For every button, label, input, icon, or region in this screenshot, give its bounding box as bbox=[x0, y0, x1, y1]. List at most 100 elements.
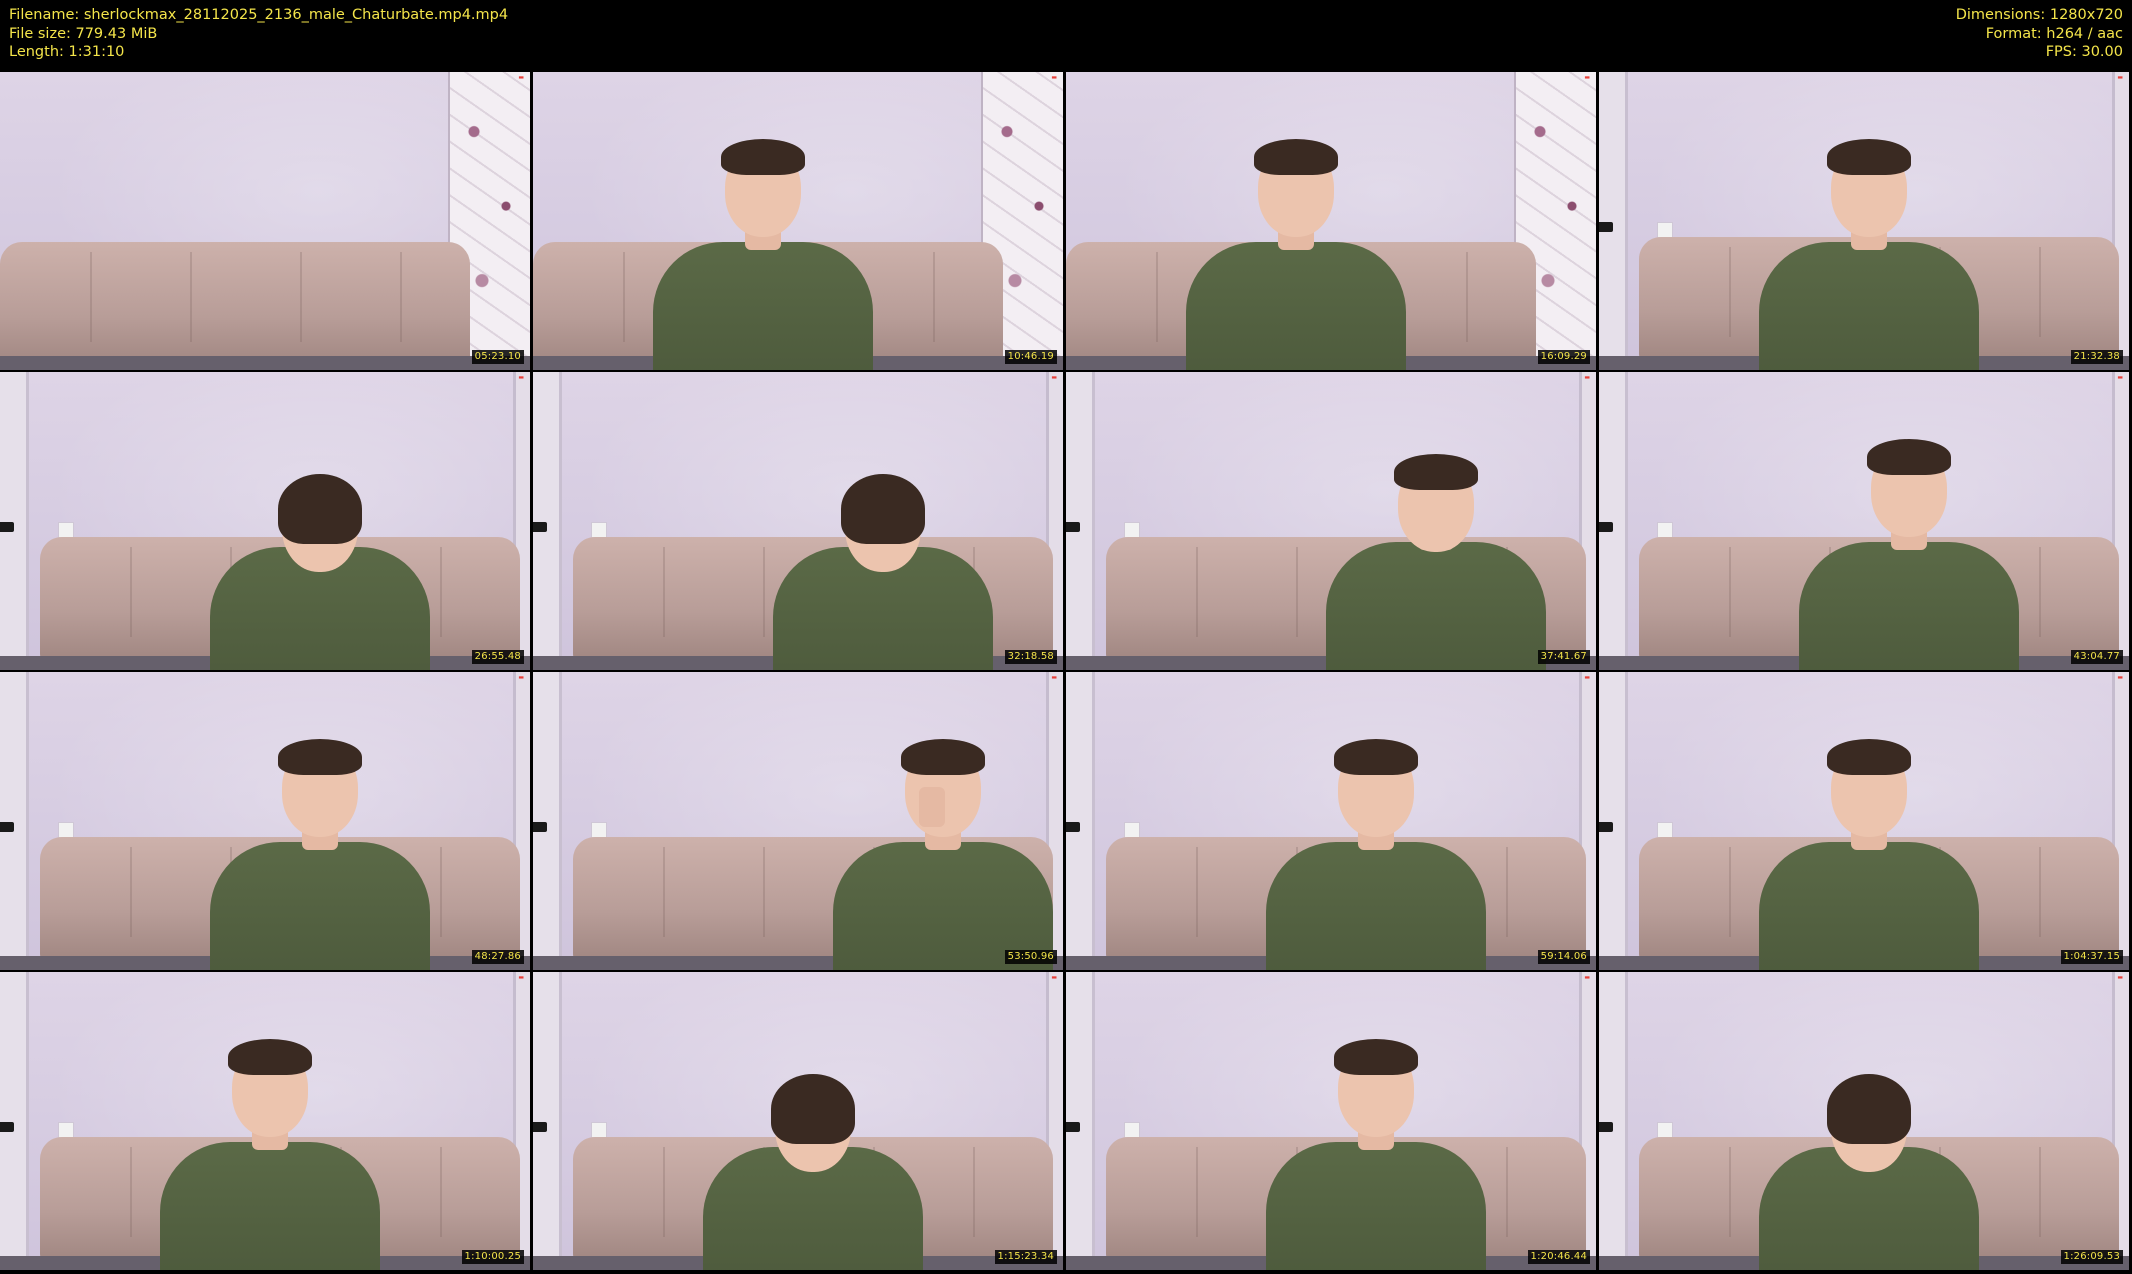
person bbox=[1256, 672, 1496, 970]
person bbox=[823, 672, 1063, 970]
thumbnail-timestamp: 48:27.86 bbox=[471, 950, 524, 964]
door-frame bbox=[1599, 672, 1628, 970]
fps-label: FPS: 30.00 bbox=[2045, 44, 2123, 60]
door-handle-icon bbox=[1066, 1122, 1080, 1132]
hair bbox=[901, 739, 985, 775]
hair bbox=[721, 139, 805, 175]
sofa-tuft bbox=[1729, 247, 1731, 337]
thumbnail-frame-image bbox=[533, 72, 1063, 370]
door-frame bbox=[0, 972, 29, 1270]
watermark-logo-icon: ▬ bbox=[2117, 674, 2123, 681]
video-thumbnail[interactable]: ▬ 05:23.10 bbox=[0, 72, 530, 370]
hair bbox=[1334, 1039, 1418, 1075]
door-frame bbox=[0, 372, 29, 670]
light-switch bbox=[58, 522, 74, 538]
filesize-label: File size: 779.43 MiB bbox=[9, 25, 158, 42]
hair bbox=[1394, 454, 1478, 490]
person bbox=[1176, 72, 1416, 370]
video-thumbnail[interactable]: ▬ 1:15:23.34 bbox=[533, 972, 1063, 1270]
green-sweater bbox=[1326, 542, 1546, 670]
light-switch bbox=[1657, 522, 1673, 538]
thumbnail-timestamp: 37:41.67 bbox=[1537, 650, 1590, 664]
door-frame bbox=[1066, 972, 1095, 1270]
door-frame bbox=[533, 672, 562, 970]
thumbnail-timestamp: 32:18.58 bbox=[1004, 650, 1057, 664]
sofa-tuft bbox=[440, 847, 442, 937]
filename-label: Filename: sherlockmax_28112025_2136_male… bbox=[9, 7, 509, 23]
green-sweater bbox=[1266, 842, 1486, 970]
video-thumbnail[interactable]: ▬ 32:18.58 bbox=[533, 372, 1063, 670]
sofa-tuft bbox=[2039, 847, 2041, 937]
watermark-logo-icon: ▬ bbox=[518, 674, 524, 681]
thumbnail-timestamp: 1:10:00.25 bbox=[461, 1250, 524, 1264]
sofa-tuft bbox=[400, 252, 402, 342]
watermark-logo-icon: ▬ bbox=[1051, 674, 1057, 681]
hair bbox=[1827, 739, 1911, 775]
light-switch bbox=[1124, 822, 1140, 838]
light-switch bbox=[1124, 1122, 1140, 1138]
green-sweater bbox=[1266, 1142, 1486, 1270]
sofa-tuft bbox=[2039, 1147, 2041, 1237]
video-thumbnail[interactable]: ▬ 1:26:09.53 bbox=[1599, 972, 2129, 1270]
thumbnail-frame-image bbox=[1599, 372, 2129, 670]
sofa-tuft bbox=[130, 847, 132, 937]
sofa-tuft bbox=[763, 847, 765, 937]
sofa-tuft bbox=[933, 252, 935, 342]
video-thumbnail[interactable]: ▬ 48:27.86 bbox=[0, 672, 530, 970]
person bbox=[150, 972, 390, 1270]
thumbnail-grid: ▬ 05:23.10 ▬ 10:46.19 ▬ 16:09.29 ▬ 21:32.38 ▬ 26:… bbox=[0, 72, 2132, 1274]
hair bbox=[278, 474, 362, 544]
light-switch bbox=[591, 522, 607, 538]
door-frame bbox=[1066, 672, 1095, 970]
metadata-header: Filename: sherlockmax_28112025_2136_male… bbox=[0, 0, 2132, 72]
green-sweater bbox=[1759, 242, 1979, 370]
light-switch bbox=[58, 822, 74, 838]
sofa-tuft bbox=[1196, 847, 1198, 937]
thumbnail-timestamp: 43:04.77 bbox=[2070, 650, 2123, 664]
sofa-tuft bbox=[1506, 847, 1508, 937]
video-thumbnail[interactable]: ▬ 37:41.67 bbox=[1066, 372, 1596, 670]
person bbox=[1256, 972, 1496, 1270]
video-thumbnail[interactable]: ▬ 1:04:37.15 bbox=[1599, 672, 2129, 970]
thumbnail-timestamp: 1:26:09.53 bbox=[2060, 1250, 2123, 1264]
hair bbox=[1827, 139, 1911, 175]
thumbnail-timestamp: 10:46.19 bbox=[1004, 350, 1057, 364]
thumbnail-frame-image bbox=[0, 72, 530, 370]
watermark-logo-icon: ▬ bbox=[2117, 74, 2123, 81]
thumbnail-frame-image bbox=[0, 372, 530, 670]
thumbnail-frame-image bbox=[1066, 672, 1596, 970]
video-thumbnail[interactable]: ▬ 26:55.48 bbox=[0, 372, 530, 670]
person bbox=[1749, 72, 1989, 370]
thumbnail-frame-image bbox=[1599, 672, 2129, 970]
hair bbox=[228, 1039, 312, 1075]
sofa-tuft bbox=[1729, 1147, 1731, 1237]
sofa-tuft bbox=[623, 252, 625, 342]
light-switch bbox=[58, 1122, 74, 1138]
light-switch bbox=[1657, 822, 1673, 838]
video-thumbnail[interactable]: ▬ 16:09.29 bbox=[1066, 72, 1596, 370]
video-thumbnail[interactable]: ▬ 1:10:00.25 bbox=[0, 972, 530, 1270]
sofa-tuft bbox=[1196, 1147, 1198, 1237]
sofa-tuft bbox=[440, 547, 442, 637]
sofa-tuft bbox=[2039, 547, 2041, 637]
sofa-tuft bbox=[663, 1147, 665, 1237]
hair bbox=[1827, 1074, 1911, 1144]
light-switch bbox=[1657, 1122, 1673, 1138]
watermark-logo-icon: ▬ bbox=[2117, 974, 2123, 981]
video-info: Dimensions: 1280x720 Format: h264 / aac … bbox=[1956, 6, 2123, 62]
video-thumbnail[interactable]: ▬ 53:50.96 bbox=[533, 672, 1063, 970]
sofa-tuft bbox=[663, 547, 665, 637]
video-thumbnail[interactable]: ▬ 43:04.77 bbox=[1599, 372, 2129, 670]
video-thumbnail[interactable]: ▬ 10:46.19 bbox=[533, 72, 1063, 370]
door-handle-icon bbox=[0, 1122, 14, 1132]
green-sweater bbox=[1799, 542, 2019, 670]
watermark-logo-icon: ▬ bbox=[518, 374, 524, 381]
door-handle-icon bbox=[1599, 222, 1613, 232]
sofa-tuft bbox=[2039, 247, 2041, 337]
video-thumbnail[interactable]: ▬ 59:14.06 bbox=[1066, 672, 1596, 970]
sofa-tuft bbox=[663, 847, 665, 937]
hair bbox=[771, 1074, 855, 1144]
thumbnail-frame-image bbox=[533, 372, 1063, 670]
video-thumbnail[interactable]: ▬ 1:20:46.44 bbox=[1066, 972, 1596, 1270]
video-thumbnail[interactable]: ▬ 21:32.38 bbox=[1599, 72, 2129, 370]
